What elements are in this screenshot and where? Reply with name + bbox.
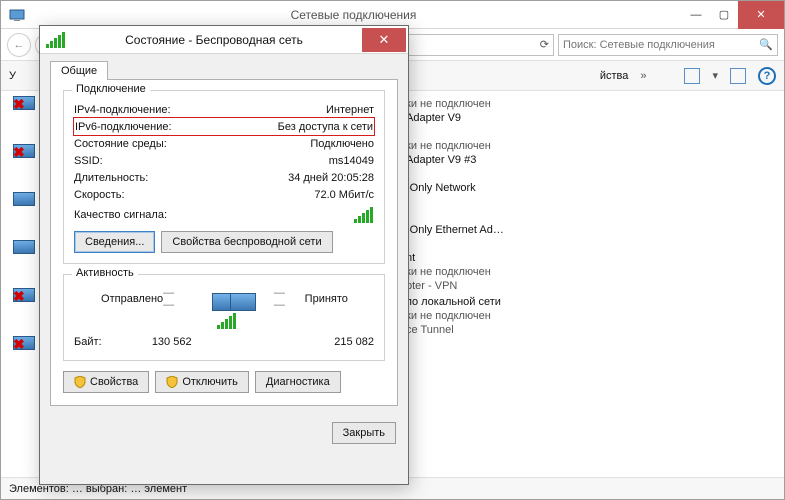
dialog-footer: Закрыть <box>40 414 408 452</box>
bytes-label: Байт: <box>74 336 102 348</box>
net-name: -Only Ethernet Ad… <box>406 223 766 237</box>
net-status: ки не подключен <box>406 97 766 111</box>
bytes-sent-value: 130 562 <box>102 336 192 348</box>
ssid-label: SSID: <box>74 155 103 167</box>
tab-panel: Подключение IPv4-подключение: Интернет IP… <box>50 79 398 406</box>
view-icon-1[interactable] <box>684 68 700 84</box>
search-icon: 🔍 <box>759 38 773 51</box>
chevron-right-icon[interactable]: » <box>640 70 646 82</box>
disable-button[interactable]: Отключить <box>155 371 249 393</box>
ssid-value: ms14049 <box>329 155 374 167</box>
network-text-column: ки не подключен Adapter V9 ки не подключ… <box>406 93 766 337</box>
organize-menu[interactable]: У <box>9 70 16 82</box>
help-icon[interactable]: ? <box>758 67 776 85</box>
connection-menu[interactable]: йства <box>600 70 629 82</box>
media-label: Состояние среды: <box>74 138 167 150</box>
duration-row: Длительность: 34 дней 20:05:28 <box>74 169 374 186</box>
net-name: ки не подключен <box>406 309 766 323</box>
view-icon-2[interactable] <box>730 68 746 84</box>
activity-header-row: Отправлено — — — — Принято <box>74 287 374 311</box>
ipv6-label: IPv6-подключение: <box>75 121 172 133</box>
duration-label: Длительность: <box>74 172 148 184</box>
bytes-row: Байт: 130 562 215 082 <box>74 333 374 350</box>
net-extra: pter - VPN <box>406 279 766 293</box>
speed-row: Скорость: 72.0 Мбит/с <box>74 186 374 203</box>
received-label: Принято <box>305 293 374 305</box>
signal-icon <box>46 32 66 48</box>
ssid-row: SSID: ms14049 <box>74 152 374 169</box>
disable-label: Отключить <box>182 376 238 388</box>
ipv6-row: IPv6-подключение: Без доступа к сети <box>75 118 373 135</box>
net-status: по локальной сети <box>406 295 766 309</box>
tab-general[interactable]: Общие <box>50 61 108 80</box>
shield-icon <box>74 376 86 388</box>
signal-quality-label: Качество сигнала: <box>74 209 167 221</box>
dialog-titlebar: Состояние - Беспроводная сеть ✕ <box>40 26 408 54</box>
status-dialog: Состояние - Беспроводная сеть ✕ Общие По… <box>39 25 409 485</box>
connection-legend: Подключение <box>72 83 150 95</box>
close-button[interactable]: Закрыть <box>332 422 396 444</box>
signal-bars-icon <box>354 207 374 223</box>
net-name: -Only Network <box>406 181 766 195</box>
speed-value: 72.0 Мбит/с <box>314 189 374 201</box>
parent-title: Сетевые подключения <box>25 8 682 22</box>
net-status: nt <box>406 251 766 265</box>
parent-close-button[interactable]: ✕ <box>738 1 784 29</box>
shield-icon <box>166 376 178 388</box>
view-dropdown-icon[interactable]: ▾ <box>712 69 718 82</box>
dashes-icon: — — <box>274 287 305 311</box>
wireless-properties-button[interactable]: Свойства беспроводной сети <box>161 231 332 253</box>
search-input[interactable] <box>563 39 759 51</box>
activity-signal-icon <box>217 313 237 329</box>
ipv4-row: IPv4-подключение: Интернет <box>74 101 374 118</box>
search-box[interactable]: 🔍 <box>558 34 778 56</box>
action-button-row: Свойства Отключить Диагностика <box>63 371 385 393</box>
net-extra: ce Tunnel <box>406 323 766 337</box>
minimize-button[interactable]: — <box>682 1 710 29</box>
activity-computers-icon <box>212 287 256 311</box>
activity-legend: Активность <box>72 267 138 279</box>
diagnose-button[interactable]: Диагностика <box>255 371 341 393</box>
duration-value: 34 дней 20:05:28 <box>288 172 374 184</box>
speed-label: Скорость: <box>74 189 125 201</box>
ipv4-value: Интернет <box>326 104 374 116</box>
ipv4-label: IPv4-подключение: <box>74 104 171 116</box>
dialog-title: Состояние - Беспроводная сеть <box>66 33 362 47</box>
signal-quality-row: Качество сигнала: <box>74 207 374 223</box>
ipv6-value: Без доступа к сети <box>278 121 373 133</box>
media-row: Состояние среды: Подключено <box>74 135 374 152</box>
app-icon <box>9 7 25 23</box>
activity-group: Активность Отправлено — — — — Принято Ба… <box>63 274 385 361</box>
properties-button[interactable]: Свойства <box>63 371 149 393</box>
refresh-icon[interactable]: ⟳ <box>540 38 549 51</box>
bytes-recv-value: 215 082 <box>304 336 374 348</box>
net-status: ки не подключен <box>406 139 766 153</box>
net-name: ки не подключен <box>406 265 766 279</box>
net-name: Adapter V9 #3 <box>406 153 766 167</box>
properties-label: Свойства <box>90 376 138 388</box>
net-name: Adapter V9 <box>406 111 766 125</box>
maximize-button[interactable]: ▢ <box>710 1 738 29</box>
dashes-icon: — — <box>163 287 194 311</box>
tab-strip: Общие <box>50 60 408 79</box>
back-button[interactable]: ← <box>7 33 31 57</box>
details-button[interactable]: Сведения... <box>74 231 155 253</box>
sent-label: Отправлено <box>74 293 163 305</box>
media-value: Подключено <box>310 138 374 150</box>
connection-group: Подключение IPv4-подключение:Интернет IP… <box>63 90 385 264</box>
dialog-close-button[interactable]: ✕ <box>362 28 406 52</box>
